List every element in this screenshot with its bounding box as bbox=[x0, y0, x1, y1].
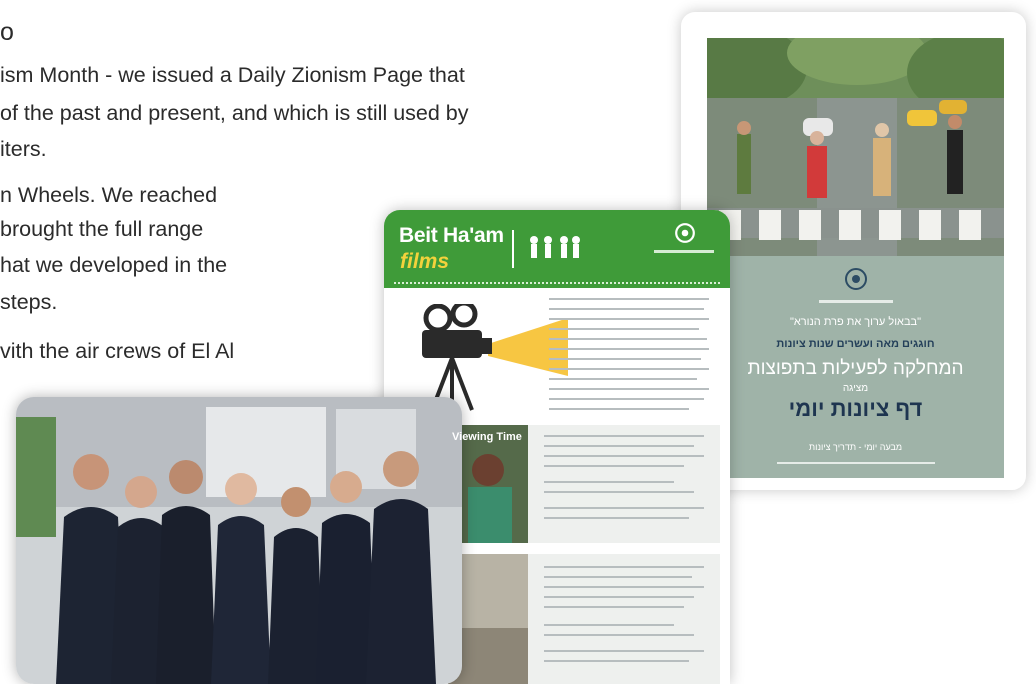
text-line bbox=[544, 517, 689, 519]
text-line bbox=[549, 318, 709, 320]
text-line bbox=[544, 576, 692, 578]
viewing-time-section: Viewing Time bbox=[448, 425, 720, 543]
org-name-rule bbox=[654, 250, 714, 253]
text-line bbox=[544, 435, 704, 437]
text-line bbox=[549, 298, 709, 300]
newsletter-brand-sub: films bbox=[400, 250, 450, 273]
text-line bbox=[549, 328, 699, 330]
people-icon bbox=[530, 236, 580, 258]
text-line bbox=[544, 481, 674, 483]
text-line bbox=[544, 634, 694, 636]
text-line bbox=[544, 491, 694, 493]
text-line bbox=[544, 445, 694, 447]
poster-footer-rule bbox=[777, 462, 935, 464]
poster-presents: מציגה bbox=[842, 383, 869, 394]
newsletter-brand: Beit Ha'am bbox=[399, 224, 504, 247]
el-al-crew-photo bbox=[16, 397, 462, 684]
text-line bbox=[549, 368, 709, 370]
paragraph-line: vith the air crews of El Al bbox=[0, 339, 235, 363]
poster-artwork: "בבאול ערוך את פרת הנורא" חוגגים מאה ועש… bbox=[707, 38, 1004, 478]
banner-dotted-rule bbox=[394, 282, 720, 284]
text-line bbox=[544, 660, 689, 662]
text-line bbox=[549, 358, 701, 360]
emblem-icon bbox=[845, 268, 867, 290]
text-line bbox=[549, 378, 697, 380]
text-line bbox=[544, 566, 704, 568]
text-line bbox=[549, 348, 709, 350]
poster-department: המחלקה לפעילות בתפוצות bbox=[747, 358, 964, 379]
text-line bbox=[549, 388, 709, 390]
text-line bbox=[544, 586, 704, 588]
text-line bbox=[544, 650, 704, 652]
text-line bbox=[544, 624, 674, 626]
poster-org-rule bbox=[819, 300, 893, 303]
paragraph-line: iters. bbox=[0, 137, 47, 161]
poster-tagline: חוגגים מאה ועשרים שנות ציונות bbox=[776, 338, 935, 350]
banner-divider bbox=[512, 230, 514, 268]
text-line bbox=[549, 408, 689, 410]
text-line bbox=[544, 465, 684, 467]
text-line bbox=[549, 398, 704, 400]
text-line bbox=[544, 606, 684, 608]
crosswalk-scene-illustration bbox=[707, 38, 1004, 256]
heading-fragment: o bbox=[0, 18, 14, 46]
poster-quote: "בבאול ערוך את פרת הנורא" bbox=[789, 316, 922, 328]
newsletter-banner: Beit Ha'am films bbox=[384, 210, 730, 288]
text-line bbox=[544, 596, 694, 598]
paragraph-line: brought the full range bbox=[0, 217, 204, 241]
poster-footer: מבעה יומי - תדריך ציונות bbox=[808, 442, 903, 452]
text-line bbox=[549, 308, 704, 310]
text-line bbox=[544, 455, 704, 457]
film-section bbox=[448, 554, 720, 684]
org-logo-icon bbox=[675, 223, 695, 243]
paragraph-line: of the past and present, and which is st… bbox=[0, 101, 469, 125]
paragraph-line: n Wheels. We reached bbox=[0, 183, 218, 207]
poster-title: דף ציונות יומי bbox=[788, 396, 923, 421]
daily-zionism-poster: "בבאול ערוך את פרת הנורא" חוגגים מאה ועש… bbox=[681, 12, 1026, 490]
paragraph-line: hat we developed in the bbox=[0, 253, 228, 277]
paragraph-line: steps. bbox=[0, 290, 58, 314]
text-line bbox=[549, 338, 707, 340]
paragraph-line: ism Month - we issued a Daily Zionism Pa… bbox=[0, 63, 465, 87]
section-title: Viewing Time bbox=[452, 431, 522, 443]
crew-group-image bbox=[16, 397, 462, 684]
text-line bbox=[544, 507, 704, 509]
